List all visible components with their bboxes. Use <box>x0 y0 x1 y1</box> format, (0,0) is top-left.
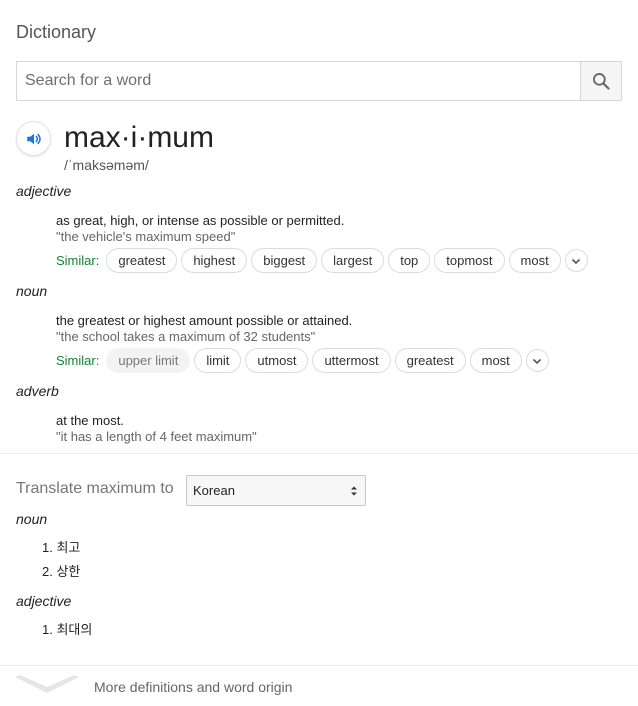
translation-item: 1. 최대의 <box>42 622 93 637</box>
chevron-down-icon[interactable] <box>14 673 80 697</box>
search-box <box>16 61 622 101</box>
similar-chip[interactable]: greatest <box>106 248 178 273</box>
example: "it has a length of 4 feet maximum" <box>56 429 257 444</box>
definition: as great, high, or intense as possible o… <box>56 213 345 228</box>
translation-item: 2. 상한 <box>42 564 81 579</box>
similar-chip-plain: upper limit <box>106 348 191 373</box>
similar-chip[interactable]: utmost <box>245 348 309 373</box>
pronounce-button[interactable] <box>16 121 51 156</box>
similar-chip[interactable]: topmost <box>434 248 505 273</box>
pos-noun: noun <box>16 283 48 299</box>
similar-row: Similar: greatest highest biggest larges… <box>56 248 588 273</box>
language-select[interactable]: Korean <box>186 475 366 506</box>
chevron-down-icon <box>572 258 581 264</box>
example: "the vehicle's maximum speed" <box>56 229 236 244</box>
search-icon <box>593 73 610 90</box>
divider <box>0 453 638 454</box>
pos-adjective: adjective <box>16 183 72 199</box>
pos-adverb: adverb <box>16 383 59 399</box>
more-definitions-link[interactable]: More definitions and word origin <box>94 679 292 695</box>
translate-label: Translate maximum to <box>16 480 174 497</box>
similar-chip[interactable]: limit <box>194 348 242 373</box>
similar-chip[interactable]: biggest <box>251 248 318 273</box>
translate-pos-noun: noun <box>16 511 48 527</box>
example: "the school takes a maximum of 32 studen… <box>56 329 316 344</box>
similar-label: Similar: <box>56 353 100 368</box>
definition: at the most. <box>56 413 124 428</box>
card-title: Dictionary <box>16 22 97 42</box>
similar-row: Similar: upper limit limit utmost utterm… <box>56 348 549 373</box>
expand-similar-button[interactable] <box>525 349 549 372</box>
similar-chip[interactable]: uttermost <box>312 348 391 373</box>
similar-chip[interactable]: greatest <box>394 348 466 373</box>
divider <box>0 665 638 666</box>
similar-label: Similar: <box>56 253 100 268</box>
definition: the greatest or highest amount possible … <box>56 313 353 328</box>
similar-chip[interactable]: most <box>508 248 561 273</box>
similar-chip[interactable]: largest <box>321 248 385 273</box>
chevron-down-icon <box>533 358 542 364</box>
dictionary-card: Dictionary max·i·mum /ˈmaksəməm/ adjecti… <box>0 0 638 706</box>
similar-chip[interactable]: highest <box>181 248 248 273</box>
speaker-icon <box>26 133 41 144</box>
language-select-value: Korean <box>193 483 235 498</box>
select-arrows-icon <box>351 486 357 496</box>
search-input[interactable] <box>17 62 580 100</box>
translate-pos-adjective: adjective <box>16 593 72 609</box>
phonetic: /ˈmaksəməm/ <box>64 157 149 173</box>
search-button[interactable] <box>580 62 621 100</box>
expand-similar-button[interactable] <box>564 249 588 272</box>
similar-chip[interactable]: most <box>469 348 522 373</box>
headword: max·i·mum <box>64 121 214 154</box>
similar-chip[interactable]: top <box>388 248 431 273</box>
translation-item: 1. 최고 <box>42 540 81 555</box>
